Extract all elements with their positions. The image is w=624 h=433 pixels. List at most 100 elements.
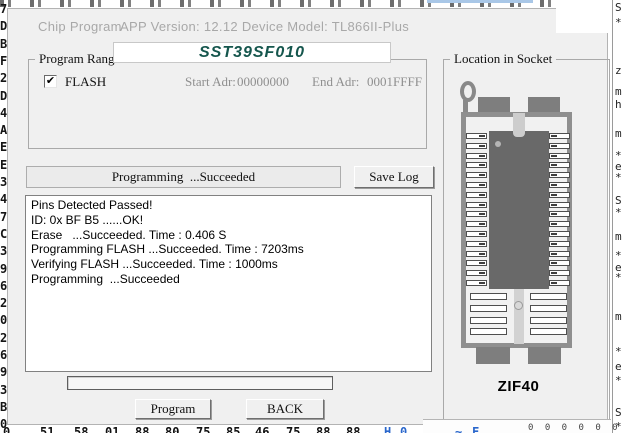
socket-slot-right	[530, 305, 567, 312]
socket-pin-left	[466, 143, 487, 149]
hex-value: 75	[196, 425, 210, 433]
socket-pin-left	[466, 221, 487, 227]
save-log-button[interactable]: Save Log	[354, 166, 434, 188]
hex-value: 88	[346, 425, 360, 433]
hex-value: 88	[316, 425, 330, 433]
program-range-label: Program Range	[35, 51, 124, 67]
socket-screw-hole	[514, 301, 523, 310]
socket-pin-left	[466, 270, 487, 276]
socket-slot-left	[470, 305, 507, 312]
hex-char: 3	[0, 175, 7, 189]
hex-value: 88	[135, 425, 149, 433]
ascii-char: *	[615, 172, 622, 184]
hex-char: E	[0, 140, 7, 154]
socket-pin-right	[549, 143, 570, 149]
flash-checkbox[interactable]: ✔	[44, 75, 57, 88]
ascii-char: *	[615, 346, 622, 358]
socket-pin-left	[466, 172, 487, 178]
socket-slot-left	[470, 317, 507, 324]
status-message-field: Programming ...Succeeded	[26, 166, 341, 188]
hex-char: 3	[0, 383, 7, 397]
socket-pin-right	[549, 260, 570, 266]
socket-pin-right	[549, 241, 570, 247]
socket-slot-right	[530, 328, 567, 335]
hex-value: 75	[286, 425, 300, 433]
log-line: Programming FLASH ...Succeeded. Time : 7…	[31, 242, 431, 257]
log-line: Programming ...Succeeded	[31, 272, 431, 287]
start-adr-value: 00000000	[237, 74, 289, 90]
socket-pin-right	[549, 251, 570, 257]
socket-pin-left	[466, 162, 487, 168]
hex-char: 6	[0, 348, 7, 362]
ascii-char: z	[615, 65, 622, 77]
end-adr-label: End Adr:	[312, 74, 359, 90]
hex-value: ~	[455, 425, 462, 433]
socket-pin-left	[466, 192, 487, 198]
socket-pin-right	[549, 192, 570, 198]
chip-name-field: SST39SF010	[113, 42, 391, 63]
hex-value: 51	[40, 425, 54, 433]
hex-char: A	[0, 123, 7, 137]
socket-pin-left	[466, 133, 487, 139]
log-output-area[interactable]: Pins Detected Passed!ID: 0x BF B5 ......…	[25, 195, 432, 372]
hex-value: 85	[226, 425, 240, 433]
hex-value: 0	[400, 425, 407, 433]
socket-foot	[528, 347, 561, 364]
hex-value: 0	[3, 425, 10, 433]
socket-pin-left	[466, 231, 487, 237]
hex-char: 9	[0, 365, 7, 379]
socket-pin-right	[549, 182, 570, 188]
socket-pin-right	[549, 153, 570, 159]
socket-top-tab	[478, 97, 510, 113]
socket-pin-right	[549, 280, 570, 286]
start-adr-label: Start Adr:	[185, 74, 236, 90]
hex-value: H	[384, 425, 391, 433]
hexeditor-selection-fragment	[427, 0, 533, 3]
hex-value: 58	[74, 425, 88, 433]
hex-char: F	[0, 54, 7, 68]
socket-center-tongue	[513, 113, 525, 137]
screen: 7DBF2D4AEE347C396202693B0 Chip Program A…	[0, 0, 624, 433]
hex-char: D	[0, 89, 7, 103]
hex-value: 46	[255, 425, 269, 433]
ascii-char: *	[615, 207, 622, 219]
ascii-char: *	[615, 17, 622, 29]
hex-char: B	[0, 37, 7, 51]
socket-name-label: ZIF40	[435, 378, 602, 395]
socket-pin-left	[466, 241, 487, 247]
ascii-char: *	[615, 272, 622, 284]
hex-char: 0	[0, 313, 7, 327]
chip-pin1-dot	[495, 141, 501, 147]
end-adr-value: 0001FFFF	[367, 74, 422, 90]
hex-char: E	[0, 158, 7, 172]
socket-pin-left	[466, 182, 487, 188]
log-line: Pins Detected Passed!	[31, 198, 431, 213]
program-button[interactable]: Program	[135, 399, 211, 419]
socket-pin-right	[549, 172, 570, 178]
socket-pin-right	[549, 221, 570, 227]
back-button[interactable]: BACK	[246, 399, 324, 419]
hex-char: C	[0, 227, 7, 241]
socket-pin-left	[466, 153, 487, 159]
ascii-char: m	[615, 86, 622, 98]
hex-char: 7	[0, 2, 7, 16]
socket-location-label: Location in Socket	[450, 51, 556, 67]
hex-char: 4	[0, 106, 7, 120]
flash-checkbox-label: FLASH	[65, 74, 106, 90]
chip-in-socket	[489, 131, 549, 289]
hex-char: 9	[0, 262, 7, 276]
hex-char: 6	[0, 279, 7, 293]
log-line: Erase ...Succeeded. Time : 0.406 S	[31, 228, 431, 243]
dialog-subtitle: APP Version: 12.12 Device Model: TL866II…	[120, 19, 409, 34]
socket-pin-right	[549, 270, 570, 276]
hex-char: B	[0, 400, 7, 414]
socket-slot-right	[530, 317, 567, 324]
log-line: ID: 0x BF B5 ......OK!	[31, 213, 431, 228]
hexeditor-column-separator	[612, 0, 613, 433]
socket-pin-right	[549, 211, 570, 217]
hex-char: 4	[0, 192, 7, 206]
ascii-char: S	[615, 2, 622, 14]
socket-pin-left	[466, 260, 487, 266]
socket-pin-right	[549, 162, 570, 168]
socket-pin-right	[549, 231, 570, 237]
